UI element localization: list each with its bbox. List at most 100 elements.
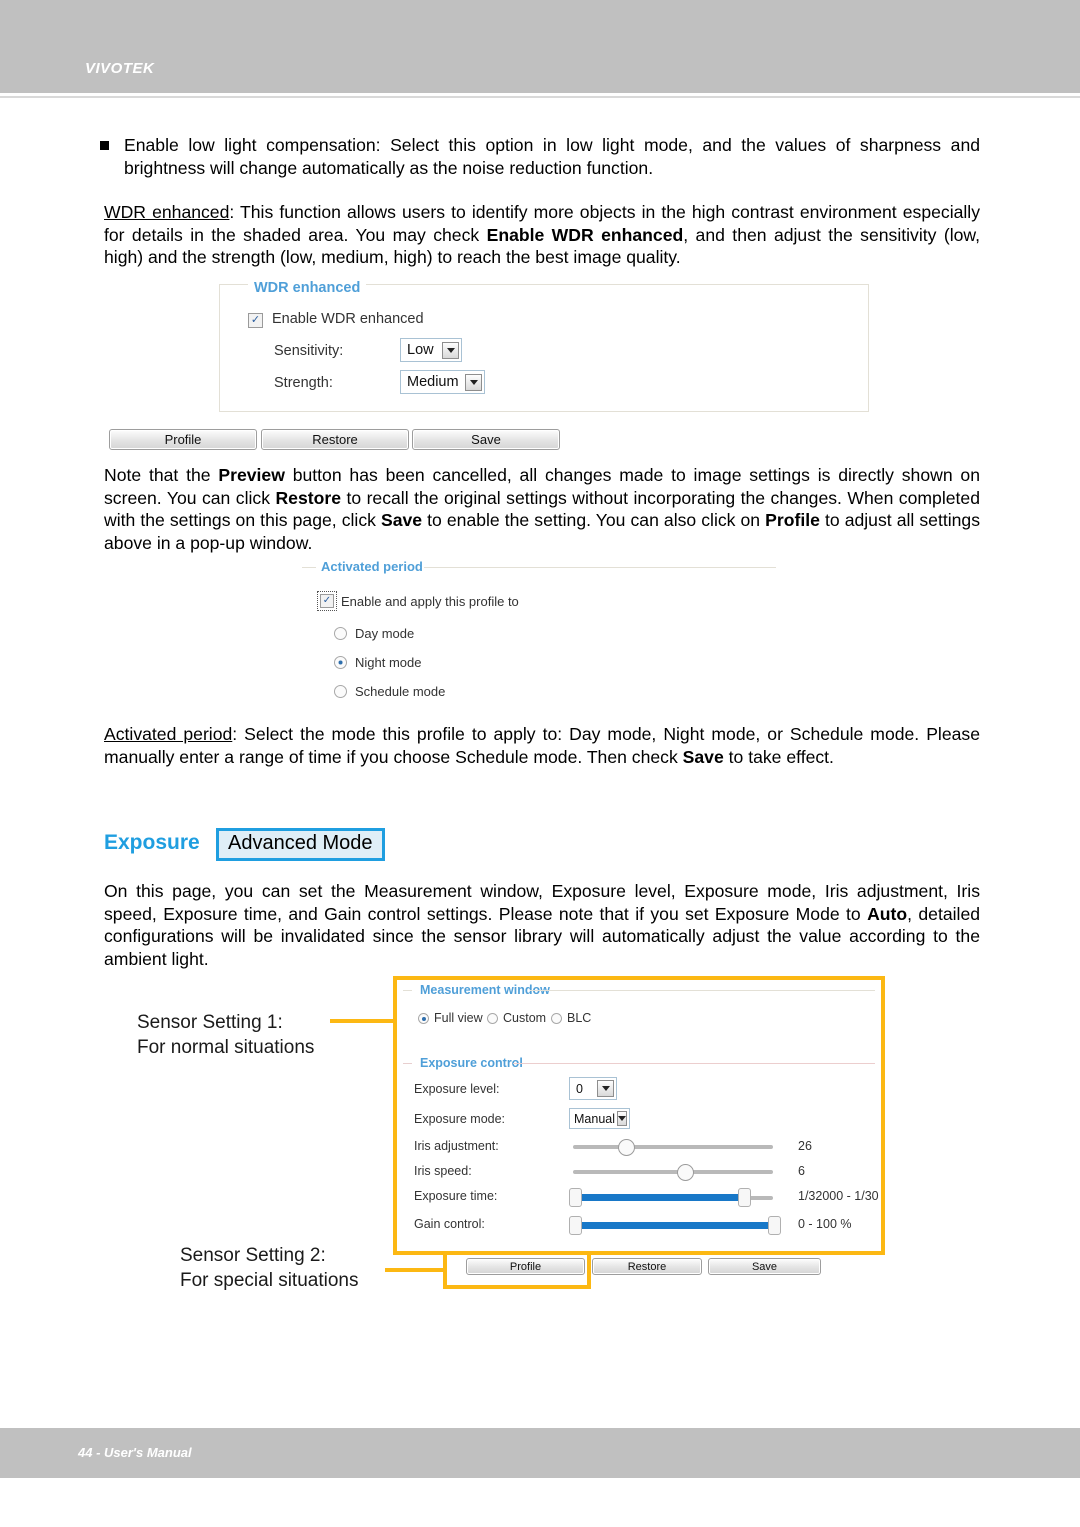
sensitivity-value: Low <box>407 342 434 358</box>
chevron-down-icon[interactable] <box>617 1111 627 1126</box>
exposure-profile-button[interactable]: Profile <box>466 1258 585 1275</box>
strength-select[interactable]: Medium <box>400 370 485 394</box>
strength-label: Strength: <box>274 375 333 391</box>
wdr-restore-button[interactable]: Restore <box>261 429 409 450</box>
page-header <box>0 0 1080 93</box>
annotation-sensor-1-line-2: For normal situations <box>137 1037 315 1058</box>
header-divider <box>0 96 1080 98</box>
radio-night-mode[interactable] <box>334 656 347 669</box>
exposure-mode-label: Exposure mode: <box>414 1112 506 1126</box>
bullet-square-icon <box>100 141 109 150</box>
radio-full-view-label: Full view <box>434 1011 483 1025</box>
wdr-profile-button[interactable]: Profile <box>109 429 257 450</box>
note-bold-restore: Restore <box>275 487 341 508</box>
strength-value: Medium <box>407 374 459 390</box>
exposure-level-label: Exposure level: <box>414 1082 500 1096</box>
chevron-down-icon[interactable] <box>442 341 459 359</box>
annotation-sensor-2-line-1: Sensor Setting 2: <box>180 1245 326 1266</box>
measurement-legend-rule-right <box>530 990 875 991</box>
annotation-sensor-setting-2: Sensor Setting 2: For special situations <box>180 1243 358 1293</box>
gain-control-slider-fill <box>574 1222 774 1229</box>
paragraph-exposure-page: On this page, you can set the Measuremen… <box>104 880 980 970</box>
note-bold-save: Save <box>380 510 423 530</box>
exposure-level-select[interactable]: 0 <box>569 1077 617 1100</box>
wdr-save-button[interactable]: Save <box>412 429 560 450</box>
brand-logo-vivotek: VIVOTEK <box>85 60 155 77</box>
exposure-save-button[interactable]: Save <box>708 1258 821 1275</box>
activated-bold-save: Save <box>682 746 724 767</box>
enable-wdr-enhanced-checkbox[interactable]: ✓ <box>248 313 263 328</box>
enable-wdr-enhanced-label: Enable WDR enhanced <box>272 311 424 327</box>
radio-custom-label: Custom <box>503 1011 547 1025</box>
exposure-time-label: Exposure time: <box>414 1189 498 1203</box>
iris-adjustment-label: Iris adjustment: <box>414 1139 499 1153</box>
exposure-bold-auto: Auto <box>867 903 908 924</box>
activated-text-b: to take effect. <box>723 746 834 767</box>
iris-adjustment-slider-track[interactable] <box>573 1145 773 1149</box>
annotation-sensor-1-line-1: Sensor Setting 1: <box>137 1012 283 1033</box>
gain-control-value: 0 - 100 % <box>798 1217 852 1231</box>
chevron-down-icon[interactable] <box>465 373 482 391</box>
note-text-a: Note that the <box>104 465 219 485</box>
annotation-sensor-2-line-2: For special situations <box>180 1270 359 1291</box>
radio-blc-label: BLC <box>567 1011 592 1025</box>
paragraph-wdr-enhanced: WDR enhanced: This function allows users… <box>104 201 980 269</box>
bullet-line-1: Enable low light compensation: Select th… <box>124 135 942 155</box>
measurement-legend-rule-left <box>403 990 412 991</box>
wdr-panel-legend: WDR enhanced <box>248 280 367 296</box>
callout-leader-line-1 <box>330 1019 393 1023</box>
iris-adjustment-value: 26 <box>798 1139 812 1153</box>
radio-day-mode[interactable] <box>334 627 347 640</box>
paragraph-low-light-compensation: Enable low light compensation: Select th… <box>124 134 980 179</box>
radio-custom[interactable] <box>487 1013 498 1024</box>
activated-legend-rule-left <box>302 567 316 568</box>
exposure-time-slider-knob-high[interactable] <box>738 1188 751 1207</box>
exposure-time-value: 1/32000 - 1/30 <box>798 1189 879 1203</box>
activated-term: Activated period <box>104 724 233 744</box>
exposure-restore-button[interactable]: Restore <box>592 1258 702 1275</box>
advanced-mode-badge: Advanced Mode <box>216 828 385 861</box>
iris-speed-slider-knob[interactable] <box>677 1164 694 1181</box>
radio-blc[interactable] <box>551 1013 562 1024</box>
iris-speed-value: 6 <box>798 1164 805 1178</box>
exposure-mode-select[interactable]: Manual <box>569 1108 630 1129</box>
wdr-text-bold: Enable WDR enhanced <box>486 224 684 245</box>
chevron-down-icon[interactable] <box>597 1080 614 1097</box>
note-text-d: to enable the setting. You can also clic… <box>422 510 766 530</box>
activated-period-legend: Activated period <box>315 559 429 574</box>
exposure-time-slider-fill <box>574 1194 744 1201</box>
exposure-level-value: 0 <box>576 1081 583 1096</box>
radio-schedule-mode-label: Schedule mode <box>355 684 446 699</box>
annotation-sensor-setting-1: Sensor Setting 1: For normal situations <box>137 1010 314 1060</box>
exposure-mode-value: Manual <box>574 1111 615 1126</box>
note-bold-profile: Profile <box>765 510 820 530</box>
enable-apply-profile-label: Enable and apply this profile to <box>341 594 519 609</box>
exposure-control-legend: Exposure control <box>414 1056 529 1070</box>
checkmark-icon: ✓ <box>322 595 332 606</box>
gain-control-slider-knob-high[interactable] <box>768 1216 781 1235</box>
exposure-legend-rule-left <box>403 1063 412 1064</box>
activated-legend-rule-right <box>424 567 776 568</box>
sensitivity-select[interactable]: Low <box>400 338 462 362</box>
callout-leader-line-2 <box>385 1268 445 1272</box>
section-heading-exposure: Exposure <box>104 831 200 854</box>
iris-speed-label: Iris speed: <box>414 1164 472 1178</box>
exposure-legend-rule-right <box>513 1063 875 1064</box>
radio-night-mode-label: Night mode <box>355 655 422 670</box>
note-bold-preview: Preview <box>218 465 285 485</box>
gain-control-label: Gain control: <box>414 1217 485 1231</box>
checkmark-icon: ✓ <box>250 314 261 326</box>
enable-apply-profile-checkbox[interactable]: ✓ <box>317 591 337 611</box>
radio-full-view[interactable] <box>418 1013 429 1024</box>
radio-schedule-mode[interactable] <box>334 685 347 698</box>
gain-control-slider-knob-low[interactable] <box>569 1216 582 1235</box>
radio-day-mode-label: Day mode <box>355 626 415 641</box>
exposure-text-a: On this page, you can set the Measuremen… <box>104 881 980 924</box>
footer-page-label: 44 - User's Manual <box>78 1445 192 1460</box>
activated-text-a: : Select the mode this profile to apply … <box>104 724 980 767</box>
paragraph-activated-period: Activated period: Select the mode this p… <box>104 723 980 768</box>
iris-speed-slider-track[interactable] <box>573 1170 773 1174</box>
iris-adjustment-slider-knob[interactable] <box>618 1139 635 1156</box>
exposure-time-slider-knob-low[interactable] <box>569 1188 582 1207</box>
paragraph-note-preview: Note that the Preview button has been ca… <box>104 464 980 554</box>
